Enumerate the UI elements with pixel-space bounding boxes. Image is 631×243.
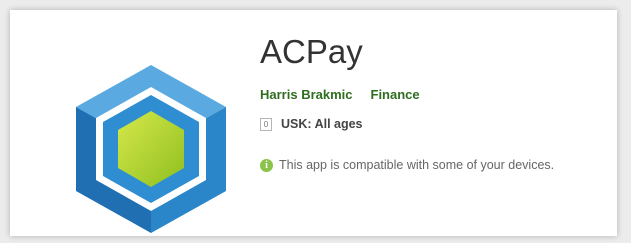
app-title: ACPay — [260, 33, 363, 70]
compatibility-notice: i This app is compatible with some of yo… — [260, 158, 607, 172]
content-rating: 0 USK: All ages — [260, 117, 607, 131]
cube-logo-icon — [76, 65, 226, 233]
app-meta: Harris Brakmic Finance — [260, 85, 607, 103]
rating-text: USK: All ages — [281, 117, 363, 131]
developer-link[interactable]: Harris Brakmic — [260, 87, 353, 102]
category-link[interactable]: Finance — [371, 87, 420, 102]
usk-badge-icon: 0 — [260, 117, 272, 131]
info-icon: i — [260, 158, 273, 172]
compat-text: This app is compatible with some of your… — [279, 158, 555, 172]
app-details-card: ACPay Harris Brakmic Finance 0 USK: All … — [10, 10, 617, 236]
app-info: ACPay Harris Brakmic Finance 0 USK: All … — [260, 32, 607, 172]
